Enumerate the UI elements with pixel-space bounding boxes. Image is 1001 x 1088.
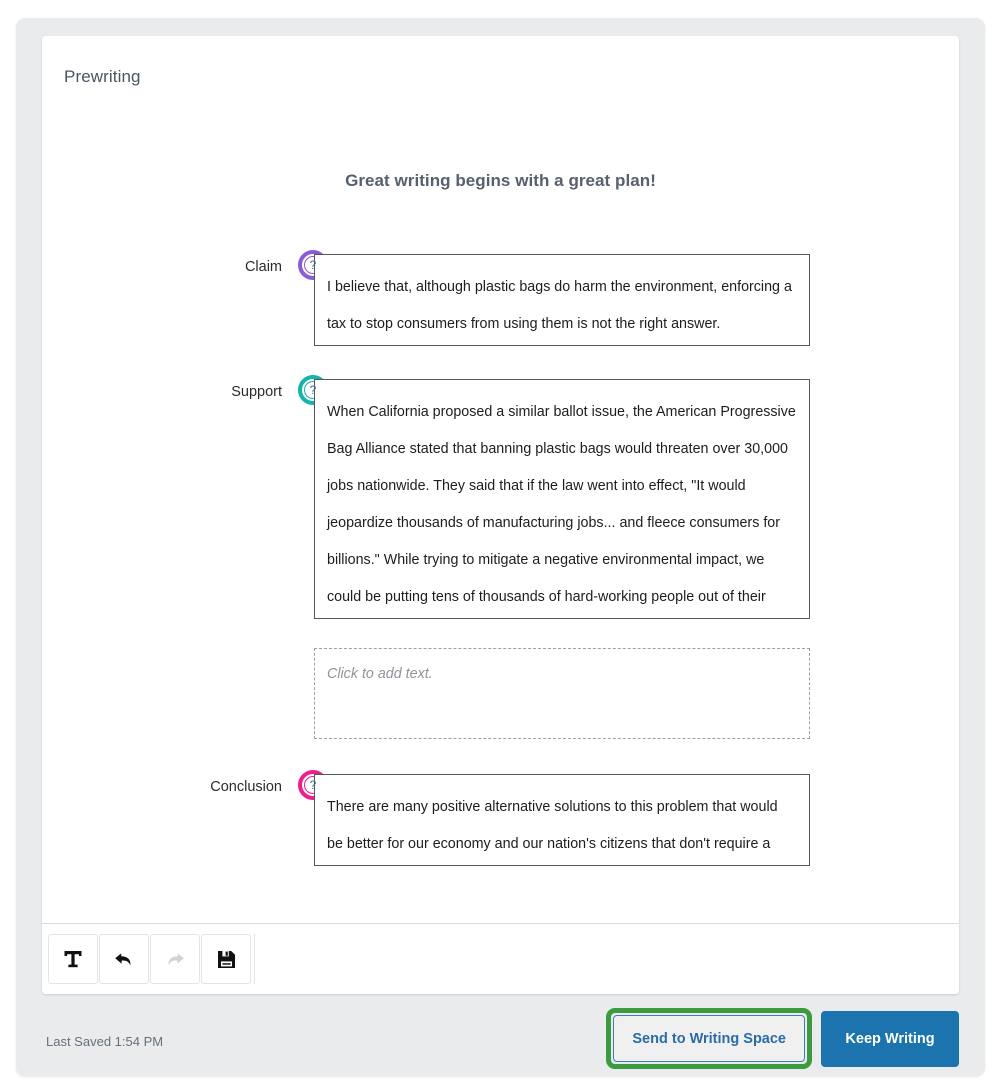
- headline-text: Great writing begins with a great plan!: [345, 171, 656, 190]
- conclusion-textbox[interactable]: There are many positive alternative solu…: [314, 774, 810, 866]
- undo-button[interactable]: [99, 934, 149, 984]
- redo-button[interactable]: [150, 934, 200, 984]
- send-button-highlight: Send to Writing Space: [606, 1008, 812, 1069]
- card-body: Prewriting Great writing begins with a g…: [42, 36, 959, 923]
- floppy-disk-save-icon: [217, 950, 235, 968]
- keep-writing-button[interactable]: Keep Writing: [821, 1010, 959, 1067]
- question-mark-glyph: ?: [309, 258, 317, 272]
- section-label-claim: Claim: [244, 259, 282, 275]
- send-to-writing-space-button[interactable]: Send to Writing Space: [613, 1015, 805, 1062]
- app-screen: Prewriting Great writing begins with a g…: [0, 0, 1001, 1088]
- last-saved-status: Last Saved 1:54 PM: [46, 1034, 164, 1049]
- text-tool-button[interactable]: [48, 934, 98, 984]
- card-footer: Last Saved 1:54 PM Send to Writing Space…: [16, 1008, 985, 1076]
- section-label-conclusion: Conclusion: [210, 779, 282, 795]
- editor-toolbar: [42, 923, 959, 994]
- prewriting-card: Prewriting Great writing begins with a g…: [42, 36, 959, 994]
- redo-arrow-icon: [168, 953, 184, 966]
- question-mark-glyph: ?: [309, 778, 317, 792]
- empty-textbox[interactable]: Click to add text.: [314, 648, 810, 739]
- claim-textbox[interactable]: I believe that, although plastic bags do…: [314, 254, 810, 346]
- text-format-icon: [64, 951, 82, 968]
- toolbar-divider: [254, 934, 255, 984]
- section-label-support: Support: [231, 384, 282, 400]
- page-title: Prewriting: [64, 67, 141, 86]
- support-textbox[interactable]: When California proposed a similar ballo…: [314, 379, 810, 619]
- undo-arrow-icon: [115, 953, 131, 966]
- question-mark-glyph: ?: [309, 383, 317, 397]
- save-button[interactable]: [201, 934, 251, 984]
- footer-button-group: Send to Writing Space Keep Writing: [606, 1008, 959, 1069]
- app-shell: Prewriting Great writing begins with a g…: [16, 18, 985, 1076]
